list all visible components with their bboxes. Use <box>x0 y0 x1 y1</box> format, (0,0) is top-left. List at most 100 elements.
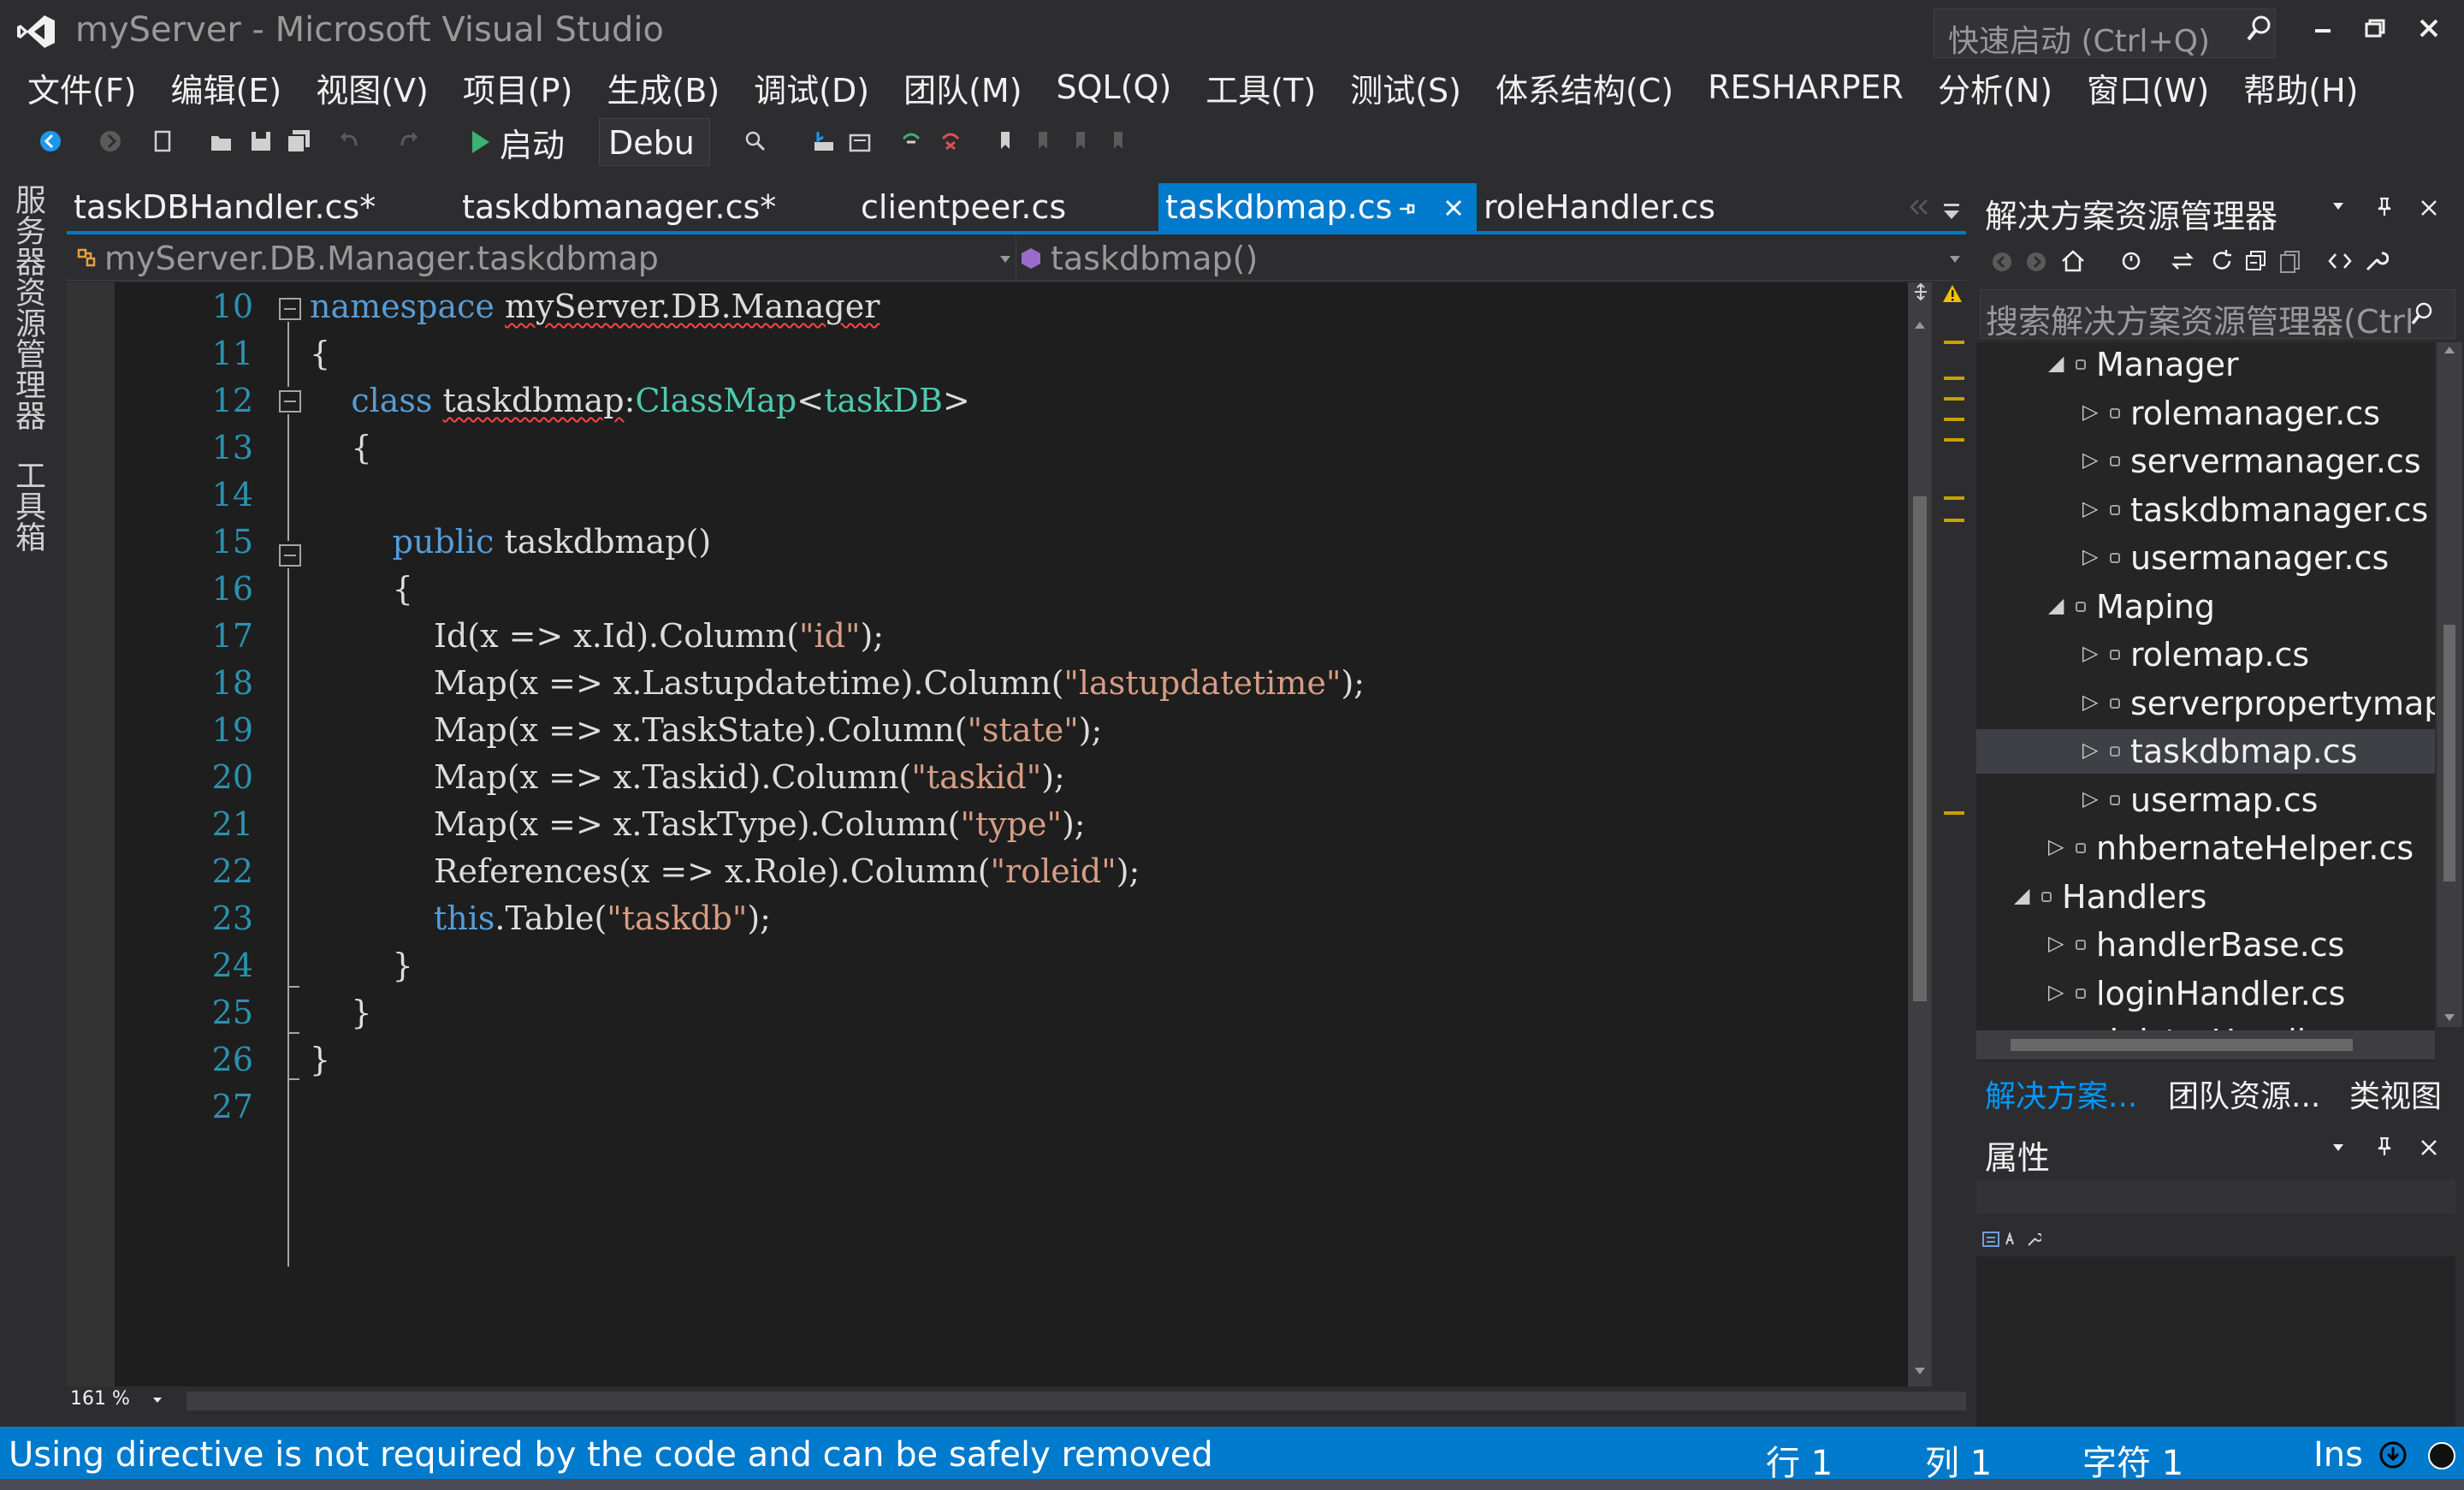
menu-analyze[interactable]: 分析(N) <box>1921 64 2070 111</box>
overview-margin[interactable] <box>1935 282 1968 1386</box>
publish-icon[interactable] <box>2378 1440 2408 1469</box>
menu-sql[interactable]: SQL(Q) <box>1040 68 1189 106</box>
open-file-icon[interactable] <box>209 128 234 154</box>
solution-configuration-dropdown[interactable]: Debu <box>599 118 710 166</box>
code-line[interactable]: 21 Map(x => x.TaskType).Column("type"); <box>67 805 1863 852</box>
type-dropdown[interactable]: myServer.DB.Manager.taskdbmap <box>67 236 1016 281</box>
editor-horizontal-scrollbar[interactable] <box>187 1392 1966 1410</box>
bookmark-prev-folder-icon[interactable] <box>1068 128 1093 154</box>
overview-warning-marker[interactable] <box>1944 341 1964 344</box>
code-line[interactable]: 25 } <box>67 994 1863 1041</box>
pin-icon[interactable] <box>1396 199 1417 219</box>
alphabetical-icon[interactable] <box>2004 1231 2019 1248</box>
panel-menu-chevron-icon[interactable] <box>2332 1143 2344 1152</box>
overview-warning-marker[interactable] <box>1944 397 1964 401</box>
solution-tree[interactable]: ◢ Manager ▷ rolemanager.cs ▷ servermanager.cs… <box>1976 342 2435 1061</box>
split-window-icon[interactable] <box>1913 282 1928 301</box>
member-dropdown-value[interactable]: taskdbmap() <box>1051 240 1258 277</box>
save-icon[interactable] <box>248 128 274 154</box>
redo-icon[interactable] <box>395 128 421 154</box>
code-line[interactable]: 14 <box>67 476 1863 523</box>
view-code-icon[interactable] <box>2327 250 2353 272</box>
step-into-icon[interactable] <box>811 128 837 154</box>
tab-team-explorer[interactable]: 团队资源... <box>2168 1071 2320 1116</box>
code-line[interactable]: 16 { <box>67 570 1863 617</box>
collapsed-arrow-icon[interactable]: ▷ <box>2082 448 2098 472</box>
code-line[interactable]: 17 Id(x => x.Id).Column("id"); <box>67 617 1863 664</box>
solution-tree-vertical-scrollbar[interactable] <box>2437 342 2462 1027</box>
start-debugging-button[interactable]: 启动 <box>469 118 565 166</box>
menu-test[interactable]: 测试(S) <box>1333 64 1478 111</box>
categorized-icon[interactable] <box>1981 1231 2000 1248</box>
show-all-files-icon[interactable] <box>2277 248 2303 274</box>
doc-tab-taskdbmanager[interactable]: taskdbmanager.cs* <box>455 183 783 233</box>
menu-architecture[interactable]: 体系结构(C) <box>1478 64 1691 111</box>
expanded-arrow-icon[interactable]: ◢ <box>2048 593 2064 617</box>
menu-resharper[interactable]: RESHARPER <box>1691 68 1921 106</box>
minimize-icon[interactable] <box>2301 12 2346 48</box>
navigate-back-icon[interactable] <box>38 128 63 154</box>
scroll-up-icon[interactable] <box>1913 320 1927 330</box>
scroll-down-icon[interactable] <box>1913 1366 1927 1376</box>
forward-icon[interactable] <box>2024 250 2048 274</box>
collapsed-arrow-icon[interactable]: ▷ <box>2082 641 2098 665</box>
solution-tree-scroll-thumb[interactable] <box>2443 625 2455 882</box>
quick-launch-input[interactable]: 快速启动 (Ctrl+Q) <box>1934 9 2276 59</box>
expanded-arrow-icon[interactable]: ◢ <box>2014 883 2029 907</box>
tree-item[interactable]: ◢ Manager <box>1976 342 2435 387</box>
panel-menu-chevron-icon[interactable] <box>2332 202 2344 211</box>
side-tab-toolbox[interactable]: 工具箱 <box>10 460 50 552</box>
doc-tab-clientpeer[interactable]: clientpeer.cs <box>854 183 1073 233</box>
overview-warning-marker[interactable] <box>1944 418 1964 421</box>
tree-item[interactable]: ▷ nhbernateHelper.cs <box>1976 826 2435 870</box>
tree-item[interactable]: ▷ usermanager.cs <box>1976 536 2435 580</box>
code-line[interactable]: 23 this.Table("taskdb"); <box>67 899 1863 947</box>
overview-warning-marker[interactable] <box>1944 496 1964 500</box>
menu-build[interactable]: 生成(B) <box>589 64 737 111</box>
tree-item[interactable]: ▷ handlerBase.cs <box>1976 923 2435 967</box>
save-all-icon[interactable] <box>286 128 311 154</box>
collapsed-arrow-icon[interactable]: ▷ <box>2082 544 2098 568</box>
tab-list-dropdown-icon[interactable] <box>1940 202 1963 223</box>
pin-icon[interactable] <box>2375 197 2394 217</box>
close-panel-icon[interactable] <box>2420 1138 2438 1157</box>
bookmark-next-icon[interactable] <box>1030 128 1056 154</box>
collapsed-arrow-icon[interactable]: ▷ <box>2048 931 2064 955</box>
tree-item[interactable]: ▷ rolemanager.cs <box>1976 391 2435 436</box>
tree-item[interactable]: ▷ serverpropertymap <box>1976 681 2435 726</box>
pending-changes-filter-icon[interactable] <box>2118 248 2144 274</box>
pin-icon[interactable] <box>2375 1137 2394 1157</box>
expanded-arrow-icon[interactable]: ◢ <box>2048 351 2064 375</box>
menu-window[interactable]: 窗口(W) <box>2070 64 2226 111</box>
collapse-method-toggle[interactable] <box>279 544 301 567</box>
code-editor[interactable]: 10 namespace myServer.DB.Manager 11 {12 cla… <box>67 282 1915 1386</box>
properties-wrench-icon[interactable] <box>2363 248 2389 274</box>
tree-item[interactable]: ▷ taskdbmap.cs <box>1976 729 2435 774</box>
search-icon[interactable] <box>2410 300 2434 328</box>
doc-tab-rolehandler[interactable]: roleHandler.cs <box>1477 183 1722 233</box>
chevron-down-icon[interactable] <box>1949 255 1961 264</box>
code-line[interactable]: 22 References(x => x.Role).Column("rolei… <box>67 852 1863 899</box>
solution-explorer-search-input[interactable]: 搜索解决方案资源管理器(Ctrl <box>1980 289 2455 341</box>
bookmark-prev-icon[interactable] <box>898 128 924 154</box>
overview-warning-marker[interactable] <box>1944 519 1964 522</box>
collapsed-arrow-icon[interactable]: ▷ <box>2082 400 2098 424</box>
notification-icon[interactable] <box>2426 1440 2457 1471</box>
search-icon[interactable] <box>2246 14 2273 45</box>
solution-tree-horizontal-scrollbar[interactable] <box>1976 1030 2435 1060</box>
overview-warning-marker[interactable] <box>1944 438 1964 442</box>
code-line[interactable]: 10 namespace myServer.DB.Manager <box>67 288 1863 335</box>
new-project-icon[interactable] <box>151 128 176 154</box>
close-panel-icon[interactable] <box>2420 199 2438 217</box>
bookmark-disable-icon[interactable] <box>1105 128 1131 154</box>
menu-tools[interactable]: 工具(T) <box>1188 64 1333 111</box>
property-pages-wrench-icon[interactable] <box>2026 1231 2041 1248</box>
menu-project[interactable]: 项目(P) <box>446 64 590 111</box>
warning-icon[interactable] <box>1942 284 1963 303</box>
sync-with-document-icon[interactable] <box>2170 248 2195 274</box>
code-line[interactable]: 12 class taskdbmap:ClassMap<taskDB> <box>67 382 1863 429</box>
code-line[interactable]: 26} <box>67 1041 1863 1088</box>
find-in-files-icon[interactable] <box>743 128 768 154</box>
step-over-icon[interactable] <box>847 128 873 154</box>
collapsed-arrow-icon[interactable]: ▷ <box>2082 787 2098 810</box>
